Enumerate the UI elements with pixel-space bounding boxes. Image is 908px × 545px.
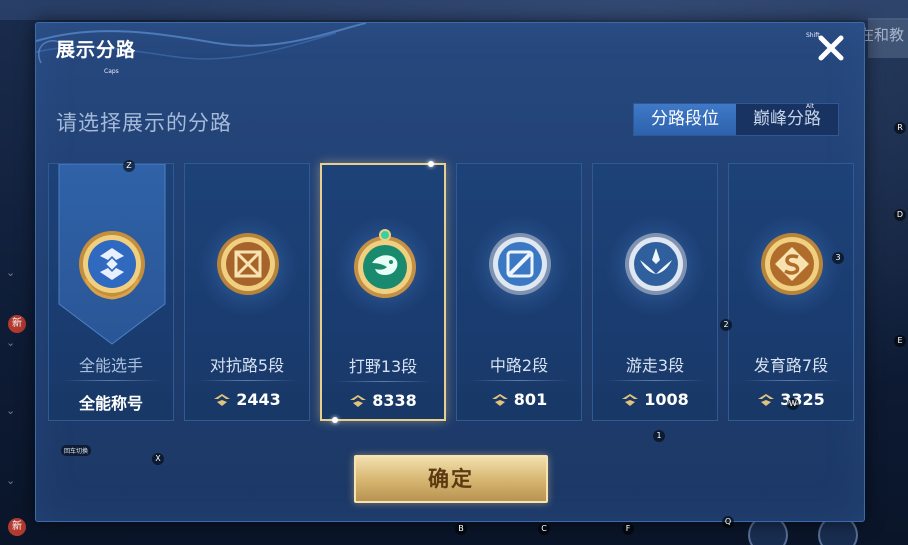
lane-card-jungle[interactable]: 打野13段 8338	[320, 161, 446, 423]
key-hint-b: B	[455, 523, 467, 535]
key-hint-x: X	[152, 453, 164, 465]
background-top-bar	[0, 0, 908, 20]
key-hint-caps: Caps	[104, 68, 119, 75]
selection-spark	[332, 417, 338, 423]
chevron-down-icon: ⌄	[6, 404, 16, 417]
key-hint-r: R	[894, 122, 906, 134]
key-hint-f: F	[622, 523, 634, 535]
lane-score-value: 1008	[644, 390, 689, 409]
dialog-title: 展示分路	[56, 39, 137, 61]
chevron-down-icon: ⌄	[6, 266, 16, 279]
key-hint-d: D	[894, 209, 906, 221]
lane-card-list: 全能选手 全能称号 对抗路5段 2443 打野13段 8338 中路2段 801…	[48, 161, 854, 423]
divider	[61, 380, 161, 381]
key-hint-c: C	[538, 523, 550, 535]
mid-lane-emblem-icon	[489, 233, 551, 295]
tab-lane-rank[interactable]: 分路段位	[634, 104, 736, 135]
key-hint-2: 2	[720, 319, 732, 331]
lane-card-title: 全能称号	[78, 394, 143, 413]
key-hint-q: Q	[722, 516, 734, 528]
farm-lane-emblem-icon	[761, 233, 823, 295]
key-hint-z: Z	[123, 160, 135, 172]
background-right-text: 在和教	[858, 26, 904, 44]
key-hint-back: 回车切换	[61, 445, 92, 456]
lane-card-mid[interactable]: 中路2段 801	[456, 163, 582, 421]
lane-card-label: 发育路7段	[753, 356, 829, 375]
confirm-button[interactable]: 确定	[354, 455, 548, 503]
tab-peak-lane[interactable]: 巅峰分路	[736, 104, 838, 135]
key-hint-3: 3	[832, 252, 844, 264]
show-lane-dialog: 展示分路 请选择展示的分路 分路段位 巅峰分路 全能选手 全能称号 对抗路5段 …	[35, 22, 865, 522]
peak-score-icon	[350, 394, 367, 407]
key-hint-w: W	[787, 398, 799, 410]
lane-score: 801	[457, 390, 581, 409]
key-hint-alt: Alt	[806, 103, 815, 110]
lane-card-roam[interactable]: 游走3段 1008	[592, 163, 718, 421]
divider	[605, 380, 705, 381]
divider	[334, 381, 432, 382]
roam-emblem-icon	[625, 233, 687, 295]
clash-lane-emblem-icon	[217, 233, 279, 295]
key-hint-e: E	[894, 335, 906, 347]
jungle-dragon-emblem-icon	[354, 229, 416, 298]
selection-spark	[428, 161, 434, 167]
divider	[469, 380, 569, 381]
lane-score: 2443	[185, 390, 309, 409]
peak-score-icon	[491, 393, 508, 406]
chevron-down-icon: ⌄	[6, 474, 16, 487]
lane-score-value: 8338	[372, 391, 417, 410]
lane-score: 8338	[322, 391, 444, 410]
new-badge: 新	[8, 518, 26, 536]
lane-score-value: 2443	[236, 390, 281, 409]
lane-card-all-round[interactable]: 全能选手 全能称号	[48, 163, 174, 421]
dialog-subtitle: 请选择展示的分路	[56, 111, 232, 135]
lane-score-value: 801	[513, 390, 548, 409]
all-round-emblem-icon	[79, 231, 145, 300]
divider	[197, 380, 297, 381]
lane-card-label: 打野13段	[348, 357, 418, 376]
peak-score-icon	[214, 393, 231, 406]
lane-card-label: 游走3段	[625, 356, 685, 375]
peak-score-icon	[622, 393, 639, 406]
chevron-down-icon: ⌄	[6, 336, 16, 349]
key-hint-1: 1	[653, 430, 665, 442]
lane-card-label: 对抗路5段	[209, 356, 285, 375]
lane-card-farm[interactable]: 发育路7段 3325	[728, 163, 854, 421]
lane-card-label: 全能选手	[78, 356, 143, 375]
key-hint-shift: Shift	[806, 32, 820, 39]
lane-card-clash[interactable]: 对抗路5段 2443	[184, 163, 310, 421]
divider	[741, 380, 841, 381]
lane-card-label: 中路2段	[489, 356, 549, 375]
new-badge: 新	[8, 315, 26, 333]
peak-score-icon	[758, 393, 775, 406]
lane-score: 1008	[593, 390, 717, 409]
